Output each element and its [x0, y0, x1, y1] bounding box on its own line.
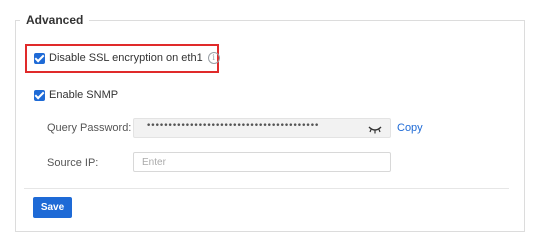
info-icon[interactable]: i: [207, 52, 220, 64]
enable-snmp-row[interactable]: Enable SNMP: [34, 89, 118, 101]
divider: [24, 188, 509, 189]
disable-ssl-label: Disable SSL encryption on eth1: [49, 52, 203, 64]
query-password-label: Query Password:: [47, 122, 132, 134]
query-password-field[interactable]: ••••••••••••••••••••••••••••••••••••••••: [133, 118, 391, 138]
copy-link[interactable]: Copy: [397, 122, 423, 134]
save-button[interactable]: Save: [33, 197, 72, 218]
section-title: Advanced: [20, 13, 90, 27]
source-ip-input[interactable]: [133, 152, 391, 172]
source-ip-label: Source IP:: [47, 157, 99, 169]
eye-closed-icon[interactable]: [368, 123, 382, 135]
disable-ssl-checkbox[interactable]: [34, 52, 45, 64]
enable-snmp-label: Enable SNMP: [49, 89, 119, 101]
query-password-value: ••••••••••••••••••••••••••••••••••••••••: [146, 121, 319, 131]
enable-snmp-checkbox[interactable]: [34, 89, 45, 101]
disable-ssl-row[interactable]: Disable SSL encryption on eth1 i: [34, 52, 220, 64]
